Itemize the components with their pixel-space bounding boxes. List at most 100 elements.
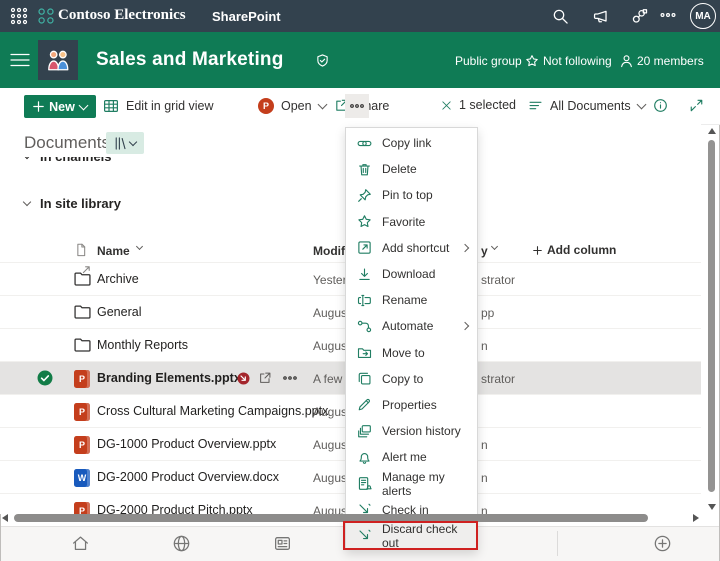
search-icon[interactable]: [552, 8, 569, 25]
menu-item-alert-me[interactable]: Alert me: [346, 444, 477, 470]
powerpoint-file-icon: P: [74, 370, 90, 388]
download-icon: [357, 267, 372, 282]
site-header: Sales and Marketing Public group Not fol…: [0, 32, 720, 88]
more-commands-button[interactable]: [345, 94, 369, 118]
folder-icon: [74, 304, 91, 319]
automate-flow-icon: [357, 319, 372, 334]
scroll-left-arrow-icon[interactable]: [2, 514, 8, 522]
powerpoint-file-icon: P: [74, 436, 90, 454]
menu-item-automate[interactable]: Automate: [346, 313, 477, 339]
column-header-name[interactable]: Name: [97, 244, 130, 258]
grid-icon: [103, 98, 119, 114]
site-badge-icon: [316, 54, 329, 67]
new-button[interactable]: New: [24, 95, 96, 118]
view-list-icon: [528, 98, 543, 113]
column-header-modified-by[interactable]: y: [481, 244, 488, 258]
expand-fullscreen-icon[interactable]: [689, 98, 704, 113]
pencil-icon: [357, 397, 372, 412]
hamburger-menu-icon[interactable]: [10, 53, 30, 67]
site-title[interactable]: Sales and Marketing: [96, 49, 284, 71]
organize-documents-button[interactable]: [106, 132, 144, 154]
submenu-chevron-icon: [461, 244, 469, 252]
command-bar: New Edit in grid view P Open Share 1 sel…: [0, 88, 720, 125]
menu-item-pin-to-top[interactable]: Pin to top: [346, 182, 477, 208]
footer-divider: [557, 531, 558, 556]
context-menu: Copy link Delete Pin to top Favorite Add…: [345, 127, 478, 550]
powerpoint-app-icon: P: [258, 98, 274, 114]
menu-item-version-history[interactable]: Version history: [346, 418, 477, 444]
info-icon[interactable]: [653, 98, 668, 113]
avatar[interactable]: MA: [690, 3, 716, 29]
contoso-pinwheel-logo-icon[interactable]: [37, 7, 55, 25]
megaphone-icon[interactable]: [592, 8, 609, 25]
scroll-right-arrow-icon[interactable]: [693, 514, 699, 522]
move-to-folder-icon: [357, 345, 372, 360]
pin-icon: [357, 188, 372, 203]
app-launcher-waffle-icon[interactable]: [10, 7, 28, 25]
menu-item-delete[interactable]: Delete: [346, 156, 477, 182]
horizontal-scrollbar-thumb[interactable]: [14, 514, 648, 522]
folder-icon: [74, 337, 91, 352]
suite-bar: Contoso Electronics SharePoint MA: [0, 0, 720, 32]
file-type-column-icon[interactable]: [74, 242, 88, 258]
menu-item-move-to[interactable]: Move to: [346, 340, 477, 366]
annotation-highlight-box: [343, 521, 478, 550]
row-more-ellipsis-icon[interactable]: [283, 376, 297, 380]
globe-icon[interactable]: [172, 534, 191, 553]
selected-check-icon[interactable]: [37, 370, 53, 386]
add-shortcut-icon: [357, 240, 372, 255]
menu-item-properties[interactable]: Properties: [346, 392, 477, 418]
menu-item-rename[interactable]: Rename: [346, 287, 477, 313]
scroll-down-arrow-icon[interactable]: [708, 504, 716, 510]
copy-to-icon: [357, 371, 372, 386]
rename-icon: [357, 293, 372, 308]
home-icon[interactable]: [71, 534, 90, 553]
bell-icon: [357, 450, 372, 465]
members-count[interactable]: 20 members: [620, 54, 704, 68]
group-header-in-site-library[interactable]: In site library: [24, 196, 121, 211]
site-logo[interactable]: [38, 40, 78, 80]
plus-icon: [533, 246, 542, 255]
plus-icon: [33, 101, 44, 112]
menu-item-copy-link[interactable]: Copy link: [346, 130, 477, 156]
suite-more-ellipsis-icon[interactable]: [660, 12, 676, 18]
close-icon: [441, 100, 452, 111]
sharepoint-window: Contoso Electronics SharePoint MA: [0, 0, 720, 561]
menu-item-favorite[interactable]: Favorite: [346, 209, 477, 235]
library-heading: Documents: [24, 133, 110, 153]
menu-item-download[interactable]: Download: [346, 261, 477, 287]
follow-toggle[interactable]: Not following: [525, 54, 612, 68]
mouse-cursor-icon: [82, 265, 91, 274]
menu-item-add-shortcut[interactable]: Add shortcut: [346, 235, 477, 261]
clear-selection-button[interactable]: 1 selected: [441, 98, 516, 112]
word-file-icon: W: [74, 469, 90, 487]
share-row-icon[interactable]: [258, 371, 272, 385]
chevron-down-icon: [23, 198, 31, 206]
group-header-in-channels[interactable]: In channels: [24, 157, 224, 167]
books-icon: [114, 136, 127, 151]
star-icon: [357, 214, 372, 229]
version-history-icon: [357, 424, 372, 439]
privacy-label: Public group: [455, 54, 522, 68]
brand-name[interactable]: Contoso Electronics: [58, 7, 186, 24]
powerpoint-file-icon: P: [74, 403, 90, 421]
menu-item-copy-to[interactable]: Copy to: [346, 366, 477, 392]
add-column-button[interactable]: Add column: [533, 243, 616, 257]
add-circle-icon[interactable]: [653, 534, 672, 553]
edit-grid-view-button[interactable]: Edit in grid view: [103, 98, 214, 114]
menu-item-manage-my-alerts[interactable]: Manage my alerts: [346, 470, 477, 496]
vertical-scrollbar[interactable]: [704, 126, 718, 518]
ellipsis-icon: [350, 104, 364, 108]
checked-out-badge-icon: [237, 372, 250, 385]
vertical-scrollbar-thumb[interactable]: [708, 140, 715, 492]
scroll-up-arrow-icon[interactable]: [708, 128, 716, 134]
product-name[interactable]: SharePoint: [212, 9, 281, 24]
share-button[interactable]: Share: [288, 98, 343, 113]
star-icon: [525, 54, 539, 68]
submenu-chevron-icon: [461, 322, 469, 330]
column-header-modified[interactable]: Modif: [313, 244, 345, 258]
copy-link-icon: [357, 136, 372, 151]
org-connections-icon[interactable]: [631, 8, 648, 25]
view-selector[interactable]: All Documents: [528, 98, 645, 113]
news-card-icon[interactable]: [273, 534, 292, 553]
